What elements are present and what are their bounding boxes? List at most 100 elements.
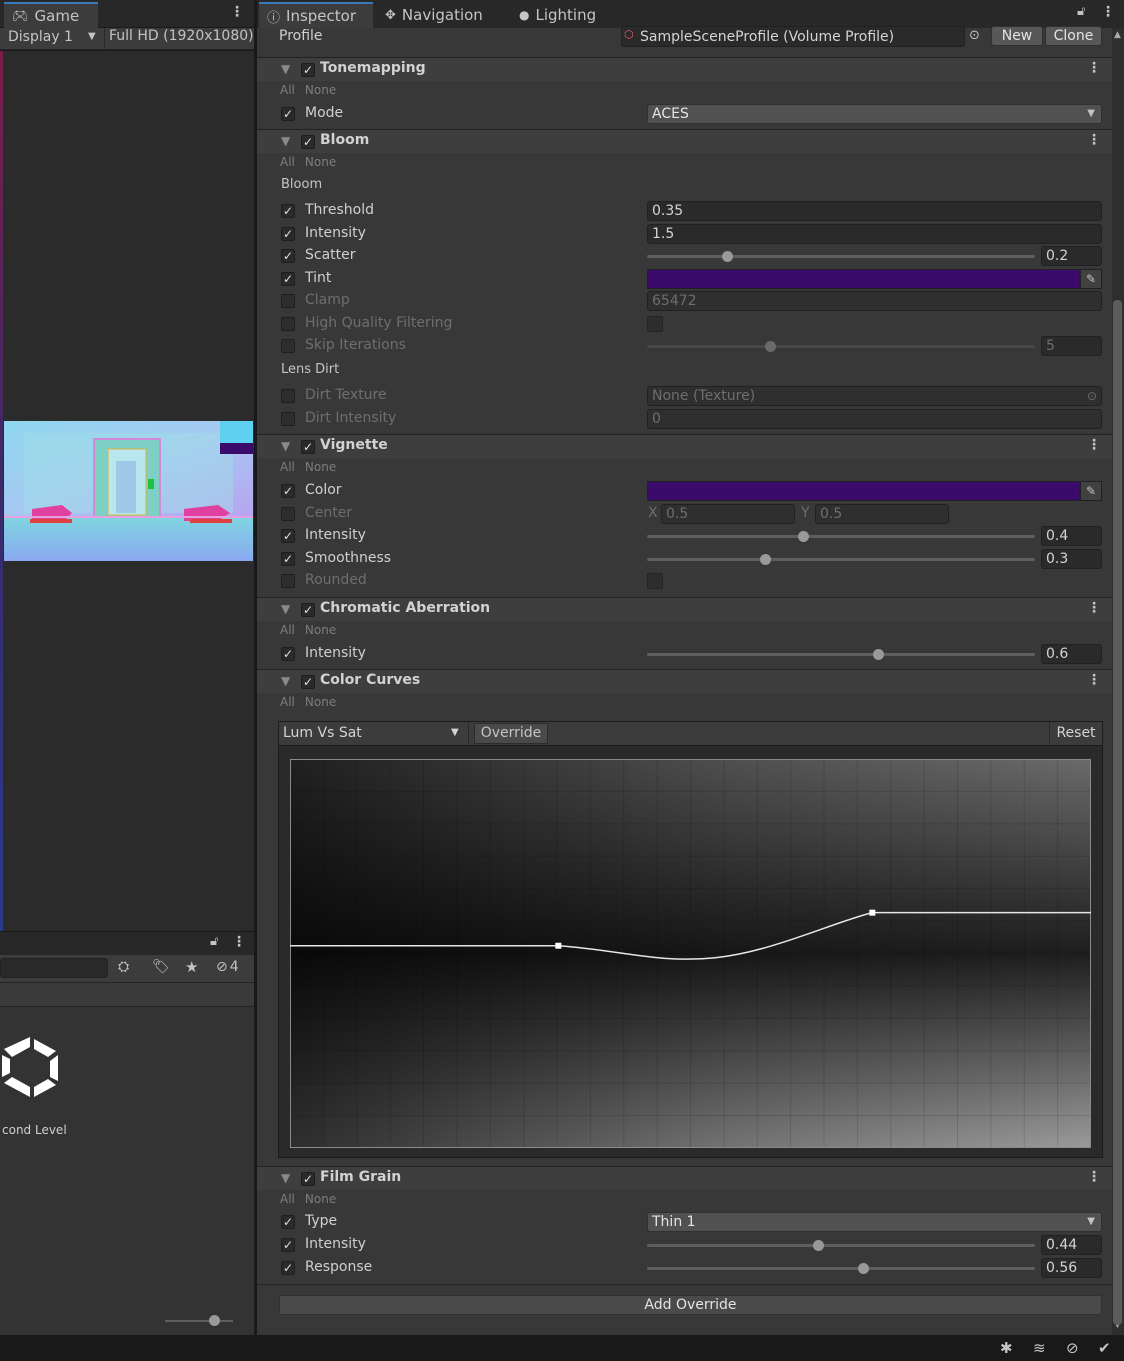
all-button[interactable]: All <box>280 460 295 474</box>
reset-button[interactable]: Reset <box>1049 722 1102 745</box>
kebab-menu-icon[interactable]: ⋮ <box>1101 4 1115 20</box>
new-button[interactable]: New <box>991 26 1043 46</box>
tab-navigation[interactable]: ✥ Navigation <box>377 2 491 28</box>
lock-icon[interactable]: 🔓︎ <box>210 934 218 949</box>
film-grain-enabled-checkbox[interactable]: ✓ <box>301 1172 315 1186</box>
network-off-icon[interactable]: ⊘ <box>1066 1339 1079 1357</box>
vignette-header[interactable]: ▼ ✓ Vignette ⋮ <box>257 434 1114 458</box>
eyedropper-icon[interactable]: ✎ <box>1080 481 1102 501</box>
check-icon[interactable]: ✔ <box>1098 1339 1111 1357</box>
skip-iterations-slider[interactable] <box>647 341 1035 352</box>
object-picker-icon[interactable]: ⊙ <box>1087 387 1097 405</box>
smoothness-field[interactable]: 0.3 <box>1041 549 1102 569</box>
icon-size-slider[interactable] <box>165 1315 233 1326</box>
dirt-intensity-field[interactable]: 0 <box>647 409 1102 429</box>
kebab-menu-icon[interactable]: ⋮ <box>1087 600 1101 616</box>
scroll-up-icon[interactable]: ▲ <box>1114 30 1121 40</box>
clone-button[interactable]: Clone <box>1045 26 1102 46</box>
eyedropper-icon[interactable]: ✎ <box>1080 269 1102 289</box>
favorites-star-icon[interactable]: ★ <box>185 958 198 976</box>
scatter-slider[interactable] <box>647 251 1035 262</box>
all-button[interactable]: All <box>280 1192 295 1206</box>
smoothness-slider[interactable] <box>647 554 1035 565</box>
dirt-texture-override-checkbox[interactable]: ✓ <box>281 389 295 403</box>
vignette-intensity-override-checkbox[interactable]: ✓ <box>281 529 295 543</box>
object-picker-icon[interactable]: ⊙ <box>969 28 980 43</box>
hidden-packages-toggle[interactable]: ⊘ 4 <box>216 959 239 975</box>
vignette-enabled-checkbox[interactable]: ✓ <box>301 440 315 454</box>
none-button[interactable]: None <box>305 83 336 97</box>
grain-type-dropdown[interactable]: Thin 1 ▼ <box>647 1212 1102 1232</box>
scatter-field[interactable]: 0.2 <box>1041 246 1102 266</box>
center-y-field[interactable]: 0.5 <box>815 504 949 524</box>
filter-by-type-icon[interactable]: ⛭ <box>118 959 129 975</box>
chromatic-aberration-enabled-checkbox[interactable]: ✓ <box>301 603 315 617</box>
add-override-button[interactable]: Add Override <box>279 1295 1102 1315</box>
rounded-override-checkbox[interactable]: ✓ <box>281 574 295 588</box>
kebab-menu-icon[interactable]: ⋮ <box>1087 132 1101 148</box>
tab-game[interactable]: 🎮︎ Game <box>4 2 98 28</box>
grain-response-slider[interactable] <box>647 1263 1035 1274</box>
skip-iterations-override-checkbox[interactable]: ✓ <box>281 339 295 353</box>
clamp-override-checkbox[interactable]: ✓ <box>281 294 295 308</box>
vignette-intensity-slider-knob[interactable] <box>797 531 809 542</box>
curve-select-dropdown[interactable]: Lum Vs Sat ▼ <box>279 722 469 745</box>
kebab-menu-icon[interactable]: ⋮ <box>1087 60 1101 76</box>
curve-keyframe[interactable] <box>555 942 562 949</box>
kebab-menu-icon[interactable]: ⋮ <box>1087 672 1101 688</box>
display-dropdown[interactable]: Display 1 ▼ <box>8 29 102 45</box>
tint-override-checkbox[interactable]: ✓ <box>281 272 295 286</box>
none-button[interactable]: None <box>305 695 336 709</box>
all-button[interactable]: All <box>280 155 295 169</box>
smoothness-override-checkbox[interactable]: ✓ <box>281 552 295 566</box>
tint-color-swatch[interactable] <box>647 269 1080 289</box>
center-x-field[interactable]: 0.5 <box>661 504 795 524</box>
grain-intensity-override-checkbox[interactable]: ✓ <box>281 1238 295 1252</box>
hq-filtering-override-checkbox[interactable]: ✓ <box>281 317 295 331</box>
none-button[interactable]: None <box>305 460 336 474</box>
threshold-field[interactable]: 0.35 <box>647 201 1102 221</box>
tonemapping-header[interactable]: ▼ ✓ Tonemapping ⋮ <box>257 57 1114 81</box>
none-button[interactable]: None <box>305 623 336 637</box>
project-search-input[interactable] <box>0 958 108 978</box>
all-button[interactable]: All <box>280 83 295 97</box>
foldout-arrow-icon[interactable]: ▼ <box>281 134 290 148</box>
cache-server-icon[interactable]: ≋ <box>1033 1339 1046 1357</box>
grain-type-override-checkbox[interactable]: ✓ <box>281 1215 295 1229</box>
chromatic-intensity-slider[interactable] <box>647 649 1035 660</box>
mode-dropdown[interactable]: ACES ▼ <box>647 104 1102 124</box>
all-button[interactable]: All <box>280 623 295 637</box>
scatter-override-checkbox[interactable]: ✓ <box>281 249 295 263</box>
vignette-color-swatch[interactable] <box>647 481 1080 501</box>
intensity-override-checkbox[interactable]: ✓ <box>281 227 295 241</box>
lock-icon[interactable]: 🔓︎ <box>1077 4 1085 19</box>
all-button[interactable]: All <box>280 695 295 709</box>
vignette-intensity-slider[interactable] <box>647 531 1035 542</box>
bloom-header[interactable]: ▼ ✓ Bloom ⋮ <box>257 129 1114 153</box>
chromatic-intensity-slider-knob[interactable] <box>873 649 885 660</box>
profile-object-field[interactable]: SampleSceneProfile (Volume Profile) <box>621 26 965 47</box>
hq-filtering-toggle[interactable] <box>647 316 663 332</box>
none-button[interactable]: None <box>305 155 336 169</box>
dirt-intensity-override-checkbox[interactable]: ✓ <box>281 412 295 426</box>
kebab-menu-icon[interactable]: ⋮ <box>232 934 246 950</box>
grain-intensity-slider[interactable] <box>647 1240 1035 1251</box>
chromatic-intensity-field[interactable]: 0.6 <box>1041 644 1102 664</box>
color-curves-enabled-checkbox[interactable]: ✓ <box>301 675 315 689</box>
intensity-field[interactable]: 1.5 <box>647 224 1102 244</box>
foldout-arrow-icon[interactable]: ▼ <box>281 439 290 453</box>
dirt-texture-object-field[interactable]: None (Texture) ⊙ <box>647 386 1102 406</box>
none-button[interactable]: None <box>305 1192 336 1206</box>
tab-inspector[interactable]: ⓘ Inspector <box>259 2 373 28</box>
smoothness-slider-knob[interactable] <box>760 554 772 565</box>
grain-intensity-field[interactable]: 0.44 <box>1041 1235 1102 1255</box>
inspector-scrollbar-thumb[interactable] <box>1113 300 1122 1325</box>
filter-by-label-icon[interactable]: 🏷︎ <box>152 959 170 975</box>
grain-response-slider-knob[interactable] <box>858 1263 870 1274</box>
override-toggle[interactable]: Override <box>474 723 548 744</box>
foldout-arrow-icon[interactable]: ▼ <box>281 62 290 76</box>
vignette-color-override-checkbox[interactable]: ✓ <box>281 484 295 498</box>
foldout-arrow-icon[interactable]: ▼ <box>281 602 290 616</box>
center-override-checkbox[interactable]: ✓ <box>281 507 295 521</box>
foldout-arrow-icon[interactable]: ▼ <box>281 674 290 688</box>
